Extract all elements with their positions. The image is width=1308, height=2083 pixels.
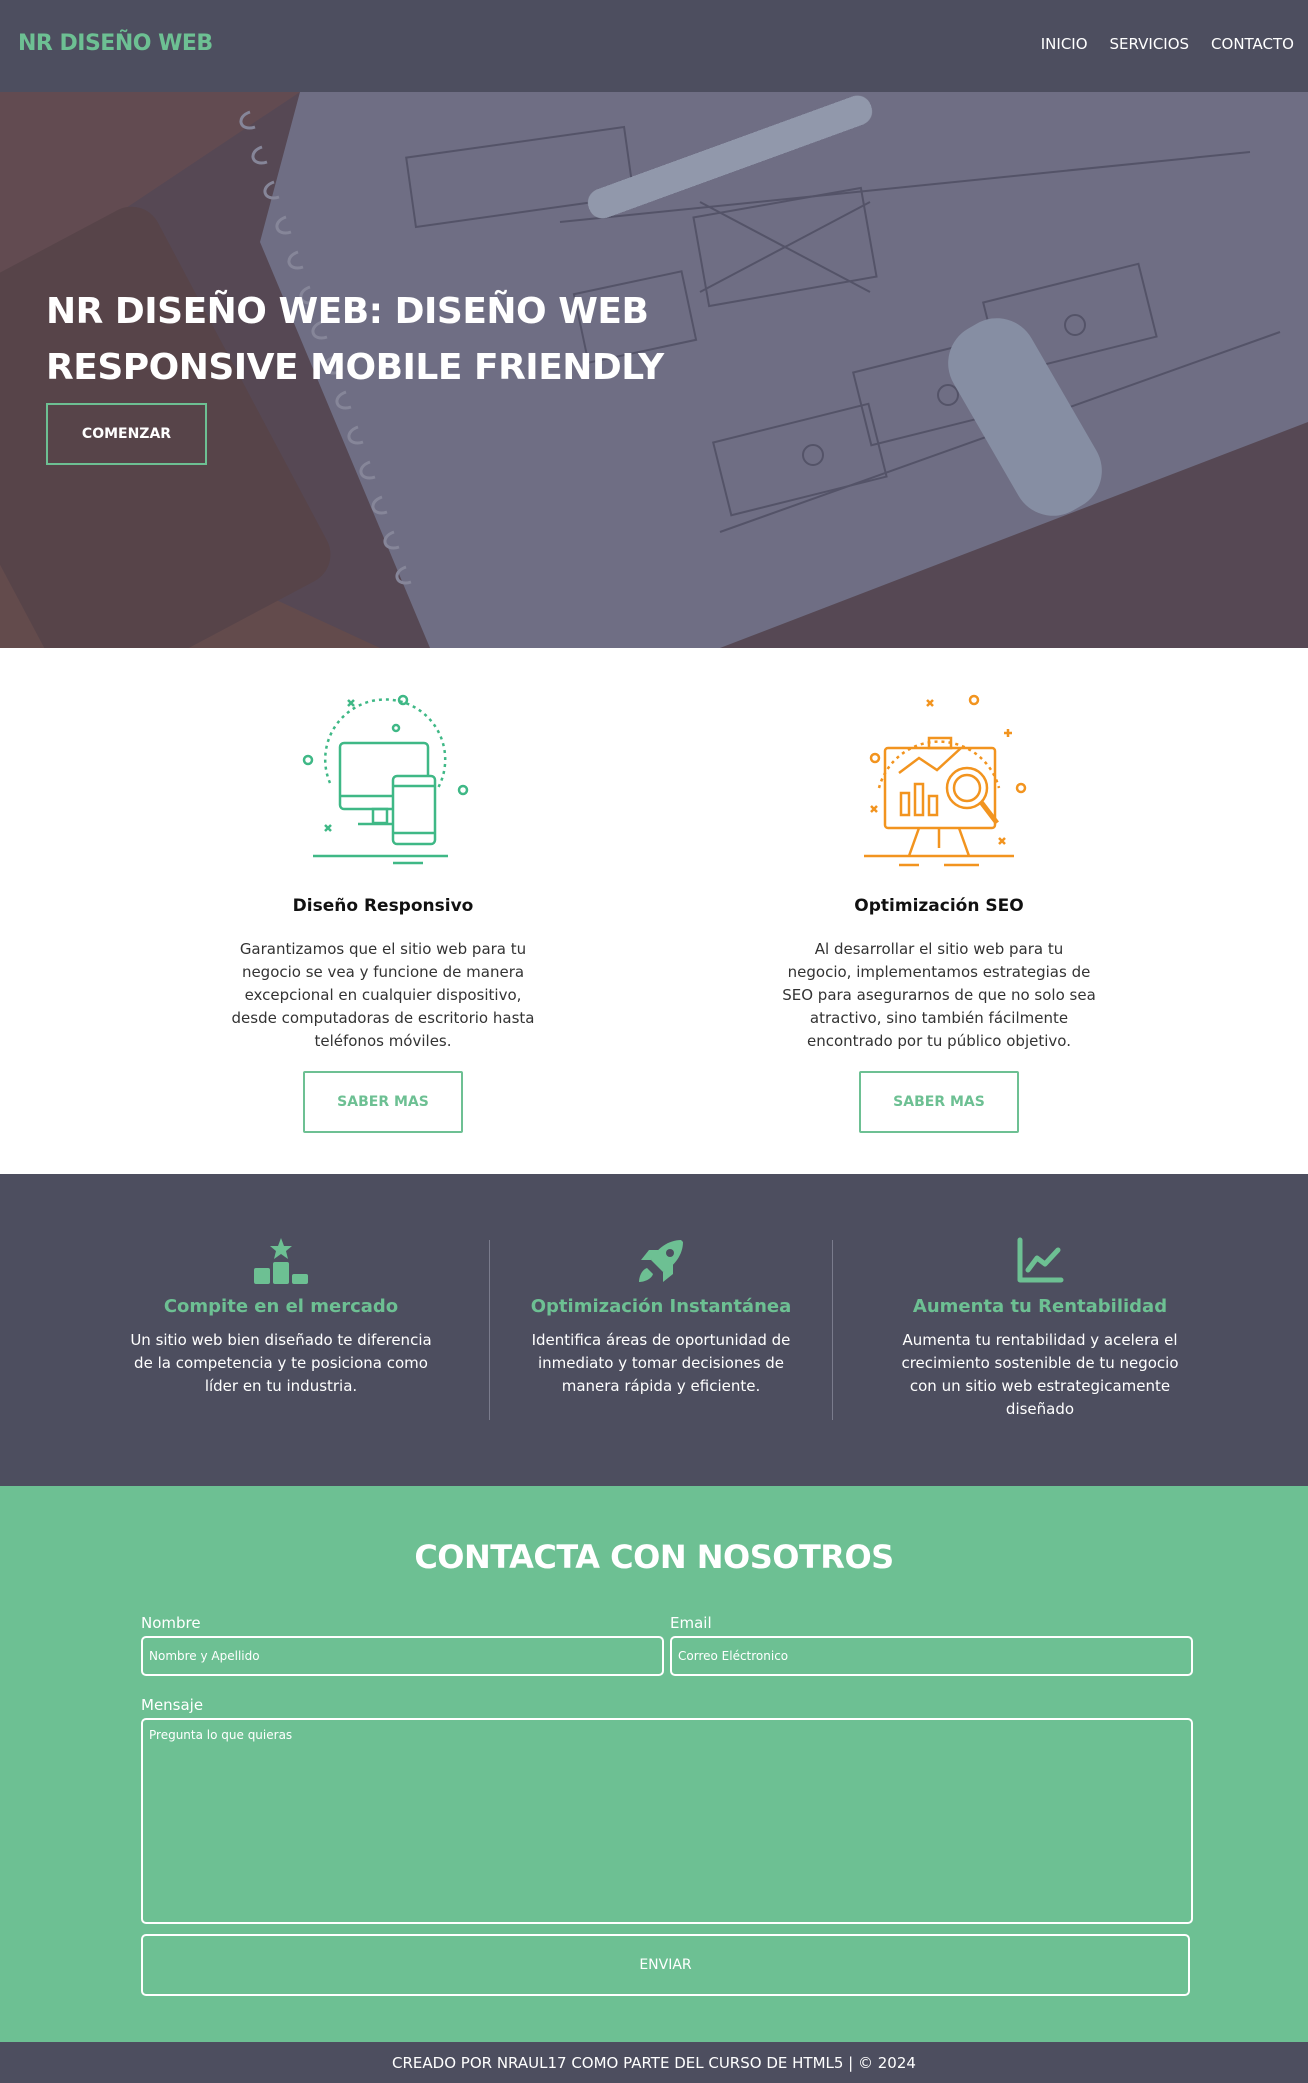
site-header: NR DISEÑO WEB INICIO SERVICIOS CONTACTO (0, 0, 1308, 92)
feature-text: Un sitio web bien diseñado te diferencia… (130, 1331, 432, 1395)
main-nav: INICIO SERVICIOS CONTACTO (1041, 35, 1294, 53)
nav-link-servicios[interactable]: SERVICIOS (1110, 35, 1190, 53)
footer-text: CREADO POR NRAUL17 COMO PARTE DEL CURSO … (392, 2053, 916, 2072)
name-label: Nombre (141, 1614, 201, 1632)
site-logo[interactable]: NR DISEÑO WEB (18, 31, 213, 56)
service-text: Garantizamos que el sitio web para tu ne… (231, 940, 535, 1050)
nav-link-inicio[interactable]: INICIO (1041, 35, 1088, 53)
feature-title: Compite en el mercado (163, 1296, 399, 1317)
feature-text: Aumenta tu rentabilidad y acelera el cre… (901, 1331, 1179, 1418)
email-label: Email (670, 1614, 712, 1632)
email-input[interactable] (670, 1636, 1193, 1676)
rocket-icon (639, 1240, 683, 1282)
podium-icon (254, 1238, 308, 1284)
message-label: Mensaje (141, 1696, 204, 1714)
feature-title: Optimización Instantánea (530, 1296, 792, 1317)
hero-title: NR DISEÑO WEB: DISEÑO WEB RESPONSIVE MOB… (46, 284, 846, 396)
service-title: Optimización SEO (854, 896, 1024, 916)
contact-section: CONTACTA CON NOSOTROS Nombre Email Mensa… (0, 1486, 1308, 2042)
hero-section: NR DISEÑO WEB: DISEÑO WEB RESPONSIVE MOB… (0, 92, 1308, 648)
hero-title-strong: NR DISEÑO WEB: (46, 291, 383, 332)
feature-text: Identifica áreas de oportunidad de inmed… (531, 1331, 791, 1395)
name-input[interactable] (141, 1636, 664, 1676)
enviar-button[interactable]: ENVIAR (141, 1934, 1190, 1996)
site-footer: CREADO POR NRAUL17 COMO PARTE DEL CURSO … (0, 2042, 1308, 2083)
seo-analytics-icon (864, 694, 1027, 867)
service-title: Diseño Responsivo (292, 896, 474, 916)
responsive-devices-icon (302, 694, 469, 865)
service-text: Al desarrollar el sitio web para tu nego… (782, 940, 1096, 1050)
saber-mas-button[interactable]: SABER MAS (859, 1071, 1019, 1133)
service-card-responsive: Diseño Responsivo Garantizamos que el si… (213, 688, 553, 1133)
features-section: Compite en el mercado Un sitio web bien … (0, 1174, 1308, 1486)
services-section: Diseño Responsivo Garantizamos que el si… (0, 648, 1308, 1174)
message-textarea[interactable] (141, 1718, 1193, 1924)
comenzar-button[interactable]: COMENZAR (46, 403, 207, 465)
service-card-seo: Optimización SEO Al desarrollar el sitio… (769, 688, 1109, 1133)
divider (489, 1240, 490, 1420)
feature-compite: Compite en el mercado Un sitio web bien … (130, 1236, 432, 1398)
feature-rentabilidad: Aumenta tu Rentabilidad Aumenta tu renta… (890, 1236, 1190, 1421)
chart-line-icon (1017, 1237, 1064, 1283)
contact-title: CONTACTA CON NOSOTROS (414, 1538, 894, 1576)
saber-mas-button[interactable]: SABER MAS (303, 1071, 463, 1133)
nav-link-contacto[interactable]: CONTACTO (1211, 35, 1294, 53)
divider (832, 1240, 833, 1420)
feature-title: Aumenta tu Rentabilidad (912, 1296, 1168, 1317)
feature-optimizacion: Optimización Instantánea Identifica área… (516, 1236, 806, 1398)
